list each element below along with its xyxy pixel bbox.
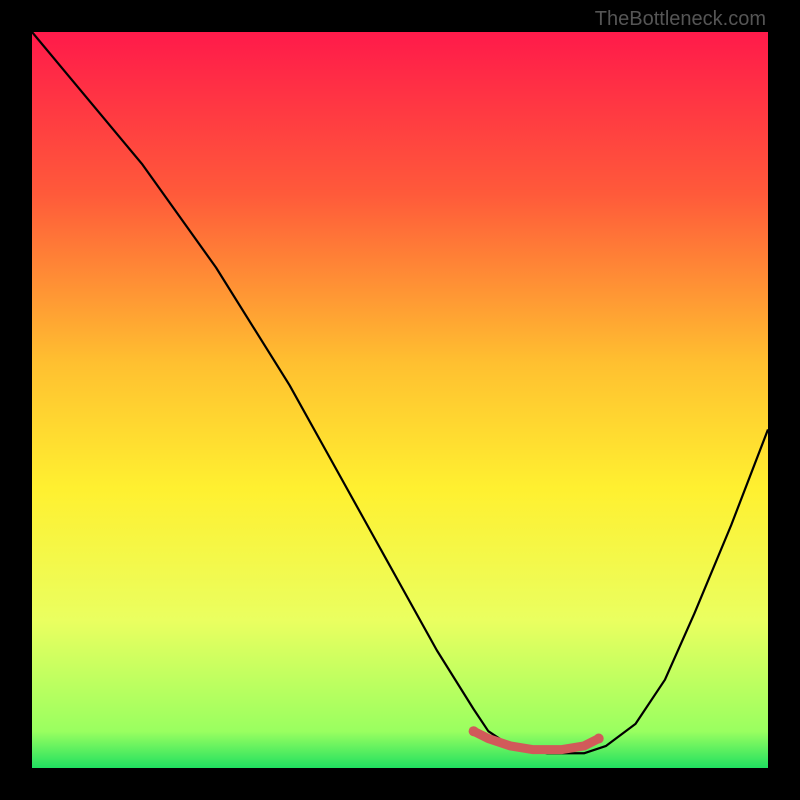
highlight-start-dot <box>469 726 479 736</box>
highlight-end-dot <box>594 734 604 744</box>
watermark-text: TheBottleneck.com <box>595 8 766 31</box>
plot-area <box>32 32 768 768</box>
gradient-background <box>32 32 768 768</box>
chart-svg <box>32 32 768 768</box>
chart-container: TheBottleneck.com <box>0 0 800 800</box>
